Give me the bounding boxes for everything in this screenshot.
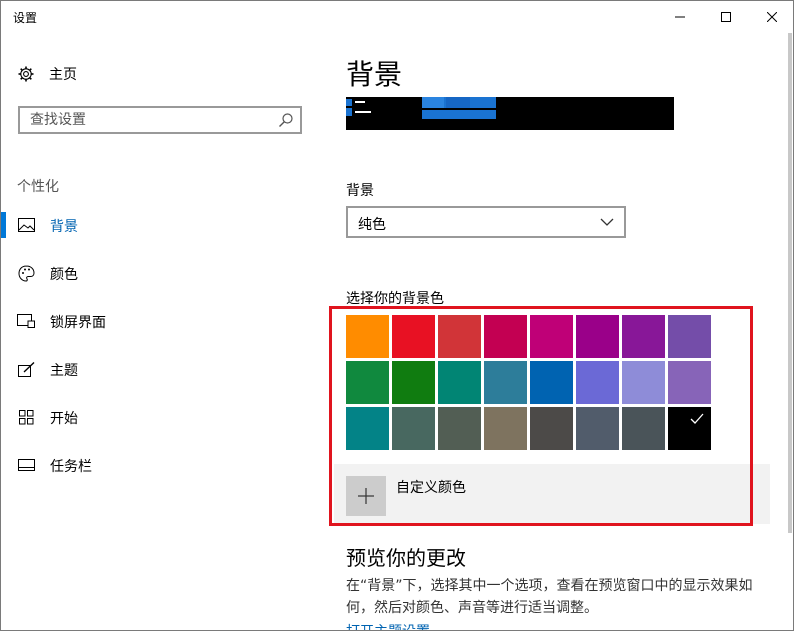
color-swatch[interactable] [622, 361, 665, 404]
sidebar-item-label: 颜色 [50, 267, 78, 283]
color-swatch[interactable] [530, 361, 573, 404]
color-swatch[interactable] [392, 315, 435, 358]
background-preview [346, 97, 674, 130]
custom-color-label: 自定义颜色 [396, 480, 466, 496]
color-swatch[interactable] [622, 315, 665, 358]
page-title: 背景 [346, 58, 403, 91]
color-swatch[interactable] [530, 407, 573, 450]
color-swatch[interactable] [346, 361, 389, 404]
taskbar-icon [17, 456, 35, 474]
gear-icon [17, 65, 35, 83]
color-swatch[interactable] [438, 315, 481, 358]
lock-screen-icon [17, 312, 35, 330]
sidebar-item-label: 主题 [50, 363, 78, 379]
sidebar-item-label: 锁屏界面 [50, 315, 106, 331]
sidebar-item-label: 任务栏 [50, 459, 92, 475]
color-swatch[interactable] [484, 361, 527, 404]
search-input[interactable] [20, 108, 280, 132]
color-swatch-grid [346, 315, 711, 450]
nav-home-label: 主页 [49, 67, 77, 83]
background-type-dropdown[interactable]: 纯色 [346, 206, 626, 238]
preview-description: 在“背景”下，选择其中一个选项，查看在预览窗口中的显示效果如何，然后对颜色、声音… [346, 578, 753, 616]
title-bar: 设置 [1, 1, 793, 33]
nav-home[interactable]: 主页 [17, 63, 77, 85]
palette-icon [17, 264, 35, 282]
color-swatch[interactable] [392, 407, 435, 450]
start-icon [17, 408, 35, 426]
theme-settings-link[interactable]: 打开主题设置 [346, 621, 430, 630]
color-swatch[interactable] [392, 361, 435, 404]
plus-icon [358, 488, 374, 504]
color-swatch[interactable] [668, 407, 711, 450]
scrollbar[interactable] [788, 33, 792, 533]
color-swatch[interactable] [668, 361, 711, 404]
sidebar-item-label: 背景 [50, 219, 78, 235]
chevron-down-icon [600, 218, 614, 226]
sidebar-item-label: 开始 [50, 411, 78, 427]
color-swatch[interactable] [622, 407, 665, 450]
search-icon[interactable] [278, 112, 294, 128]
color-swatch[interactable] [668, 315, 711, 358]
color-swatch[interactable] [576, 407, 619, 450]
color-swatch[interactable] [438, 407, 481, 450]
color-swatch[interactable] [438, 361, 481, 404]
window-title: 设置 [13, 11, 38, 25]
color-swatch[interactable] [576, 315, 619, 358]
theme-icon [17, 360, 35, 378]
sidebar-item-start[interactable]: 开始 [1, 402, 321, 432]
settings-window: 设置 主页 查找设置 个性化 背景 颜色 锁屏界面 主题 开始 任务栏 背景 背… [0, 0, 794, 631]
choose-color-label: 选择你的背景色 [346, 291, 444, 307]
close-icon [767, 12, 777, 22]
section-label-personalization: 个性化 [17, 179, 59, 195]
sidebar-item-colors[interactable]: 颜色 [1, 258, 321, 288]
color-swatch[interactable] [484, 315, 527, 358]
minimize-button[interactable] [657, 1, 703, 33]
sidebar-item-lock-screen[interactable]: 锁屏界面 [1, 306, 321, 336]
minimize-icon [675, 16, 685, 18]
custom-color-row[interactable]: 自定义颜色 [334, 464, 770, 524]
desktop-preview-image [346, 97, 496, 119]
background-label: 背景 [346, 183, 374, 199]
color-swatch[interactable] [576, 361, 619, 404]
search-box[interactable] [18, 106, 302, 134]
color-swatch[interactable] [530, 315, 573, 358]
sidebar-item-taskbar[interactable]: 任务栏 [1, 450, 321, 480]
maximize-icon [721, 12, 731, 22]
add-custom-color-button[interactable] [346, 476, 386, 516]
color-swatch[interactable] [346, 407, 389, 450]
checkmark-icon [690, 413, 704, 424]
sidebar-item-background[interactable]: 背景 [1, 210, 321, 240]
color-swatch[interactable] [484, 407, 527, 450]
close-button[interactable] [749, 1, 793, 33]
color-swatch[interactable] [346, 315, 389, 358]
dropdown-value: 纯色 [358, 217, 386, 233]
sidebar-item-themes[interactable]: 主题 [1, 354, 321, 384]
maximize-button[interactable] [703, 1, 749, 33]
picture-icon [17, 216, 35, 234]
preview-section-title: 预览你的更改 [346, 546, 466, 570]
